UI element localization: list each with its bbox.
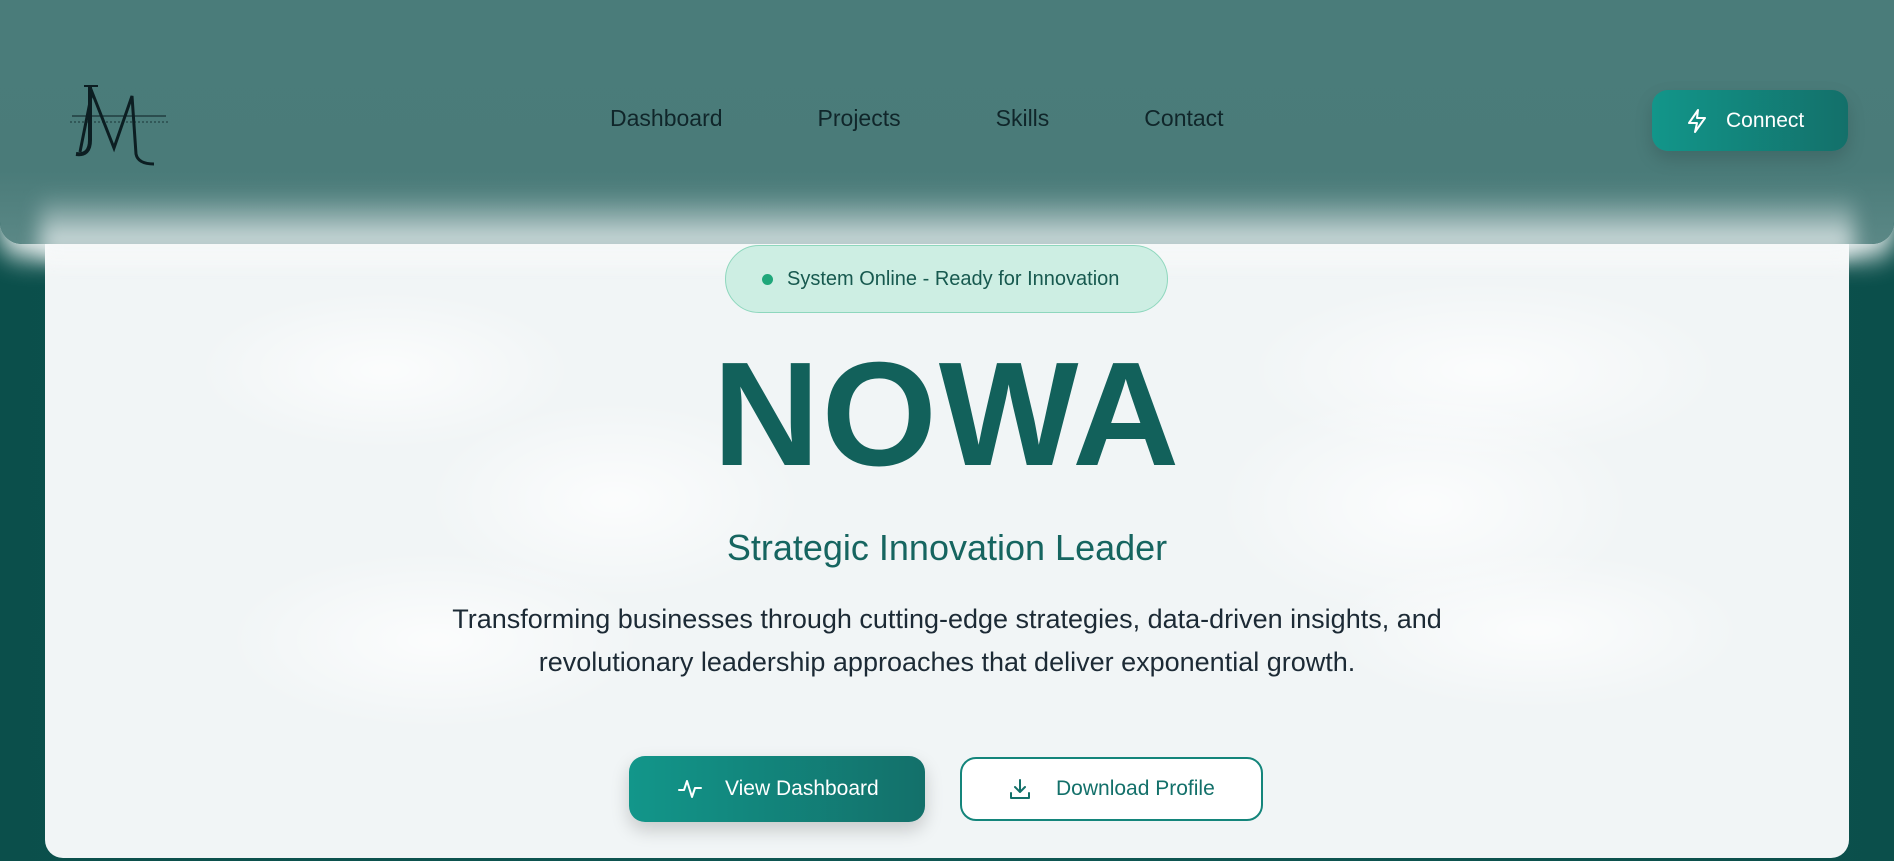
- download-profile-label: Download Profile: [1056, 777, 1215, 800]
- connect-label: Connect: [1726, 108, 1805, 132]
- activity-icon: [677, 776, 703, 802]
- nav-skills[interactable]: Skills: [996, 105, 1050, 132]
- page: Dashboard Projects Skills Contact Connec…: [0, 0, 1894, 861]
- download-icon: [1008, 777, 1032, 801]
- view-dashboard-label: View Dashboard: [725, 777, 879, 800]
- nav-dashboard[interactable]: Dashboard: [610, 105, 723, 132]
- connect-button[interactable]: Connect: [1652, 90, 1848, 151]
- lightning-icon: [1686, 108, 1708, 133]
- site-header: Dashboard Projects Skills Contact Connec…: [0, 0, 1894, 254]
- status-text: System Online - Ready for Innovation: [787, 267, 1120, 290]
- status-badge: System Online - Ready for Innovation: [725, 245, 1168, 313]
- hero-subtitle: Strategic Innovation Leader: [726, 527, 1168, 568]
- hero-description: Transforming businesses through cutting-…: [452, 604, 1442, 677]
- view-dashboard-button[interactable]: View Dashboard: [629, 756, 925, 822]
- nav-projects[interactable]: Projects: [818, 105, 901, 132]
- hero-title: NOWA: [712, 332, 1182, 497]
- jm-logo[interactable]: [70, 82, 180, 170]
- nav-contact[interactable]: Contact: [1144, 105, 1223, 132]
- main-nav: Dashboard Projects Skills Contact: [610, 105, 1319, 132]
- download-profile-button[interactable]: Download Profile: [960, 757, 1263, 821]
- status-dot: [762, 273, 773, 285]
